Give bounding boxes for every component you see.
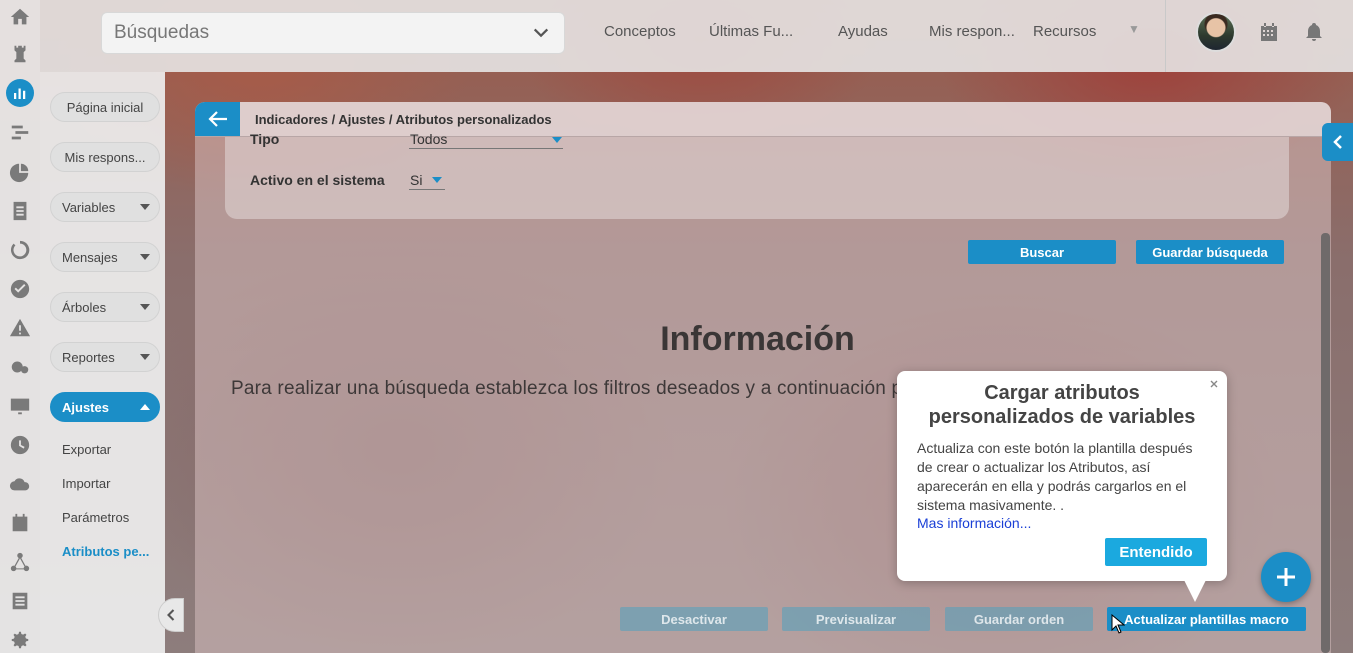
- submenu-atributos-personalizados[interactable]: Atributos pe...: [62, 544, 149, 559]
- caret-down-icon: [140, 204, 150, 210]
- filter-tipo-underline: [409, 148, 563, 149]
- cloud-icon[interactable]: [8, 472, 32, 496]
- menu-pill-label: Ajustes: [62, 399, 109, 415]
- collapse-menu-button[interactable]: [158, 598, 184, 632]
- mouse-cursor-icon: [1111, 614, 1125, 634]
- popover-body: Actualiza con este botón la plantilla de…: [917, 440, 1193, 513]
- buscar-button[interactable]: Buscar: [968, 240, 1116, 264]
- home-icon[interactable]: [8, 5, 32, 29]
- list-icon[interactable]: [8, 589, 32, 613]
- desactivar-button[interactable]: Desactivar: [620, 607, 768, 631]
- menu-pagina-inicial[interactable]: Página inicial: [50, 92, 160, 122]
- top-bar: Búsquedas Conceptos Últimas Fu... Ayudas…: [40, 0, 1353, 72]
- mas-informacion-link[interactable]: Mas información...: [917, 515, 1031, 531]
- bubbles-icon[interactable]: [8, 355, 32, 379]
- icon-rail: [0, 0, 40, 653]
- nav-recursos[interactable]: Recursos: [1033, 23, 1096, 40]
- filter-tipo-label: Tipo: [250, 131, 280, 147]
- filter-activo-value[interactable]: Si: [410, 172, 422, 188]
- filter-tipo-value[interactable]: Todos: [410, 131, 447, 147]
- monitor-icon[interactable]: [8, 394, 32, 418]
- filter-box: Tipo Todos Activo en el sistema Si: [225, 131, 1289, 219]
- nav-ayudas[interactable]: Ayudas: [838, 23, 888, 40]
- caret-down-icon: [140, 254, 150, 260]
- menu-mensajes[interactable]: Mensajes: [50, 242, 160, 272]
- menu-pill-label: Página inicial: [66, 99, 144, 115]
- help-popover: Cargar atributos personalizados de varia…: [897, 371, 1227, 581]
- previsualizar-button[interactable]: Previsualizar: [782, 607, 930, 631]
- document-list-icon[interactable]: [8, 199, 32, 223]
- filter-activo-label: Activo en el sistema: [250, 172, 385, 188]
- menu-pill-label: Árboles: [62, 299, 107, 315]
- popover-arrow: [1184, 580, 1206, 602]
- cycle-icon[interactable]: [8, 238, 32, 262]
- arrow-left-icon: [208, 111, 227, 127]
- caret-down-icon[interactable]: [432, 177, 442, 183]
- menu-ajustes[interactable]: Ajustes: [50, 392, 160, 422]
- indicators-chart-icon[interactable]: [6, 79, 34, 107]
- search-dropdown[interactable]: Búsquedas: [101, 12, 565, 54]
- network-icon[interactable]: [8, 550, 32, 574]
- caret-up-icon: [140, 404, 150, 410]
- tower-icon[interactable]: [8, 42, 32, 66]
- filter-activo-underline: [409, 189, 445, 190]
- submenu-exportar[interactable]: Exportar: [62, 442, 111, 457]
- guardar-busqueda-button[interactable]: Guardar búsqueda: [1136, 240, 1284, 264]
- menu-pill-label: Mensajes: [62, 249, 118, 265]
- scrollbar[interactable]: [1321, 233, 1330, 653]
- caret-down-icon: [140, 304, 150, 310]
- nav-ultimas-funciones[interactable]: Últimas Fu...: [709, 23, 793, 40]
- nav-mis-responsabilidades[interactable]: Mis respon...: [929, 23, 1015, 40]
- caret-down-icon[interactable]: [552, 137, 562, 143]
- entendido-button[interactable]: Entendido: [1105, 538, 1207, 566]
- menu-arboles[interactable]: Árboles: [50, 292, 160, 322]
- chevron-down-icon: [533, 28, 549, 38]
- bell-icon[interactable]: [1304, 22, 1324, 42]
- actualizar-plantillas-macro-button[interactable]: Actualizar plantillas macro: [1107, 607, 1306, 631]
- back-button[interactable]: [195, 102, 240, 136]
- plus-icon: [1277, 568, 1295, 586]
- avatar[interactable]: [1196, 12, 1236, 52]
- caret-down-icon: [140, 354, 150, 360]
- chevron-left-icon: [167, 609, 175, 621]
- menu-mis-responsabilidades[interactable]: Mis respons...: [50, 142, 160, 172]
- topbar-divider: [1165, 0, 1166, 72]
- menu-variables[interactable]: Variables: [50, 192, 160, 222]
- side-panel-toggle[interactable]: [1322, 123, 1353, 161]
- info-title: Información: [660, 320, 855, 358]
- popover-title: Cargar atributos personalizados de varia…: [928, 382, 1196, 428]
- guardar-orden-button[interactable]: Guardar orden: [945, 607, 1093, 631]
- warning-icon[interactable]: [8, 316, 32, 340]
- breadcrumb: Indicadores / Ajustes / Atributos person…: [255, 112, 552, 127]
- menu-pill-label: Variables: [62, 199, 116, 215]
- clock-icon[interactable]: [8, 433, 32, 457]
- submenu-importar[interactable]: Importar: [62, 476, 110, 491]
- search-placeholder: Búsquedas: [114, 22, 210, 43]
- menu-pill-label: Mis respons...: [64, 149, 146, 165]
- submenu-parametros[interactable]: Parámetros: [62, 510, 129, 525]
- pie-chart-icon[interactable]: [8, 160, 32, 184]
- check-circle-icon[interactable]: [8, 277, 32, 301]
- chevron-left-icon: [1333, 135, 1342, 149]
- menu-reportes[interactable]: Reportes: [50, 342, 160, 372]
- close-icon[interactable]: [1209, 379, 1219, 389]
- calendar-icon[interactable]: [1259, 22, 1279, 42]
- menu-pill-label: Reportes: [62, 349, 115, 365]
- nav-more-caret-icon[interactable]: ▼: [1128, 22, 1140, 36]
- secondary-menu: Página inicial Mis respons... Variables …: [40, 72, 165, 653]
- calendar-rail-icon[interactable]: [8, 511, 32, 535]
- nav-conceptos[interactable]: Conceptos: [604, 23, 676, 40]
- gear-icon[interactable]: [8, 628, 32, 652]
- add-fab-button[interactable]: [1261, 552, 1311, 602]
- gantt-icon[interactable]: [8, 120, 32, 144]
